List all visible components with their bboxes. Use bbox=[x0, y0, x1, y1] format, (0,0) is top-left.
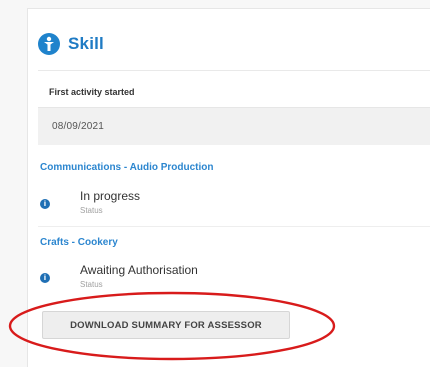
status-label: Status bbox=[80, 206, 103, 215]
info-icon[interactable]: i bbox=[40, 199, 50, 209]
skill-icon-glyph bbox=[44, 36, 54, 51]
info-icon[interactable]: i bbox=[40, 273, 50, 283]
skill-status-row: i Awaiting Authorisation Status bbox=[38, 263, 430, 303]
section-divider bbox=[38, 226, 430, 227]
first-activity-label: First activity started bbox=[49, 87, 135, 97]
skill-status-row: i In progress Status bbox=[38, 189, 430, 229]
status-value: In progress bbox=[80, 189, 141, 203]
header-divider bbox=[38, 70, 430, 71]
status-label: Status bbox=[80, 280, 103, 289]
status-value: Awaiting Authorisation bbox=[80, 263, 198, 277]
skill-heading-cookery[interactable]: Crafts - Cookery bbox=[40, 237, 118, 248]
skill-heading-audio-production[interactable]: Communications - Audio Production bbox=[40, 162, 214, 173]
first-activity-field: 08/09/2021 bbox=[38, 107, 430, 145]
card-header: Skill bbox=[38, 33, 104, 55]
download-summary-button[interactable]: DOWNLOAD SUMMARY FOR ASSESSOR bbox=[42, 311, 290, 339]
page-root: Skill First activity started 08/09/2021 … bbox=[0, 0, 430, 367]
skill-icon bbox=[38, 33, 60, 55]
first-activity-value: 08/09/2021 bbox=[52, 121, 105, 132]
page-title: Skill bbox=[68, 34, 104, 53]
